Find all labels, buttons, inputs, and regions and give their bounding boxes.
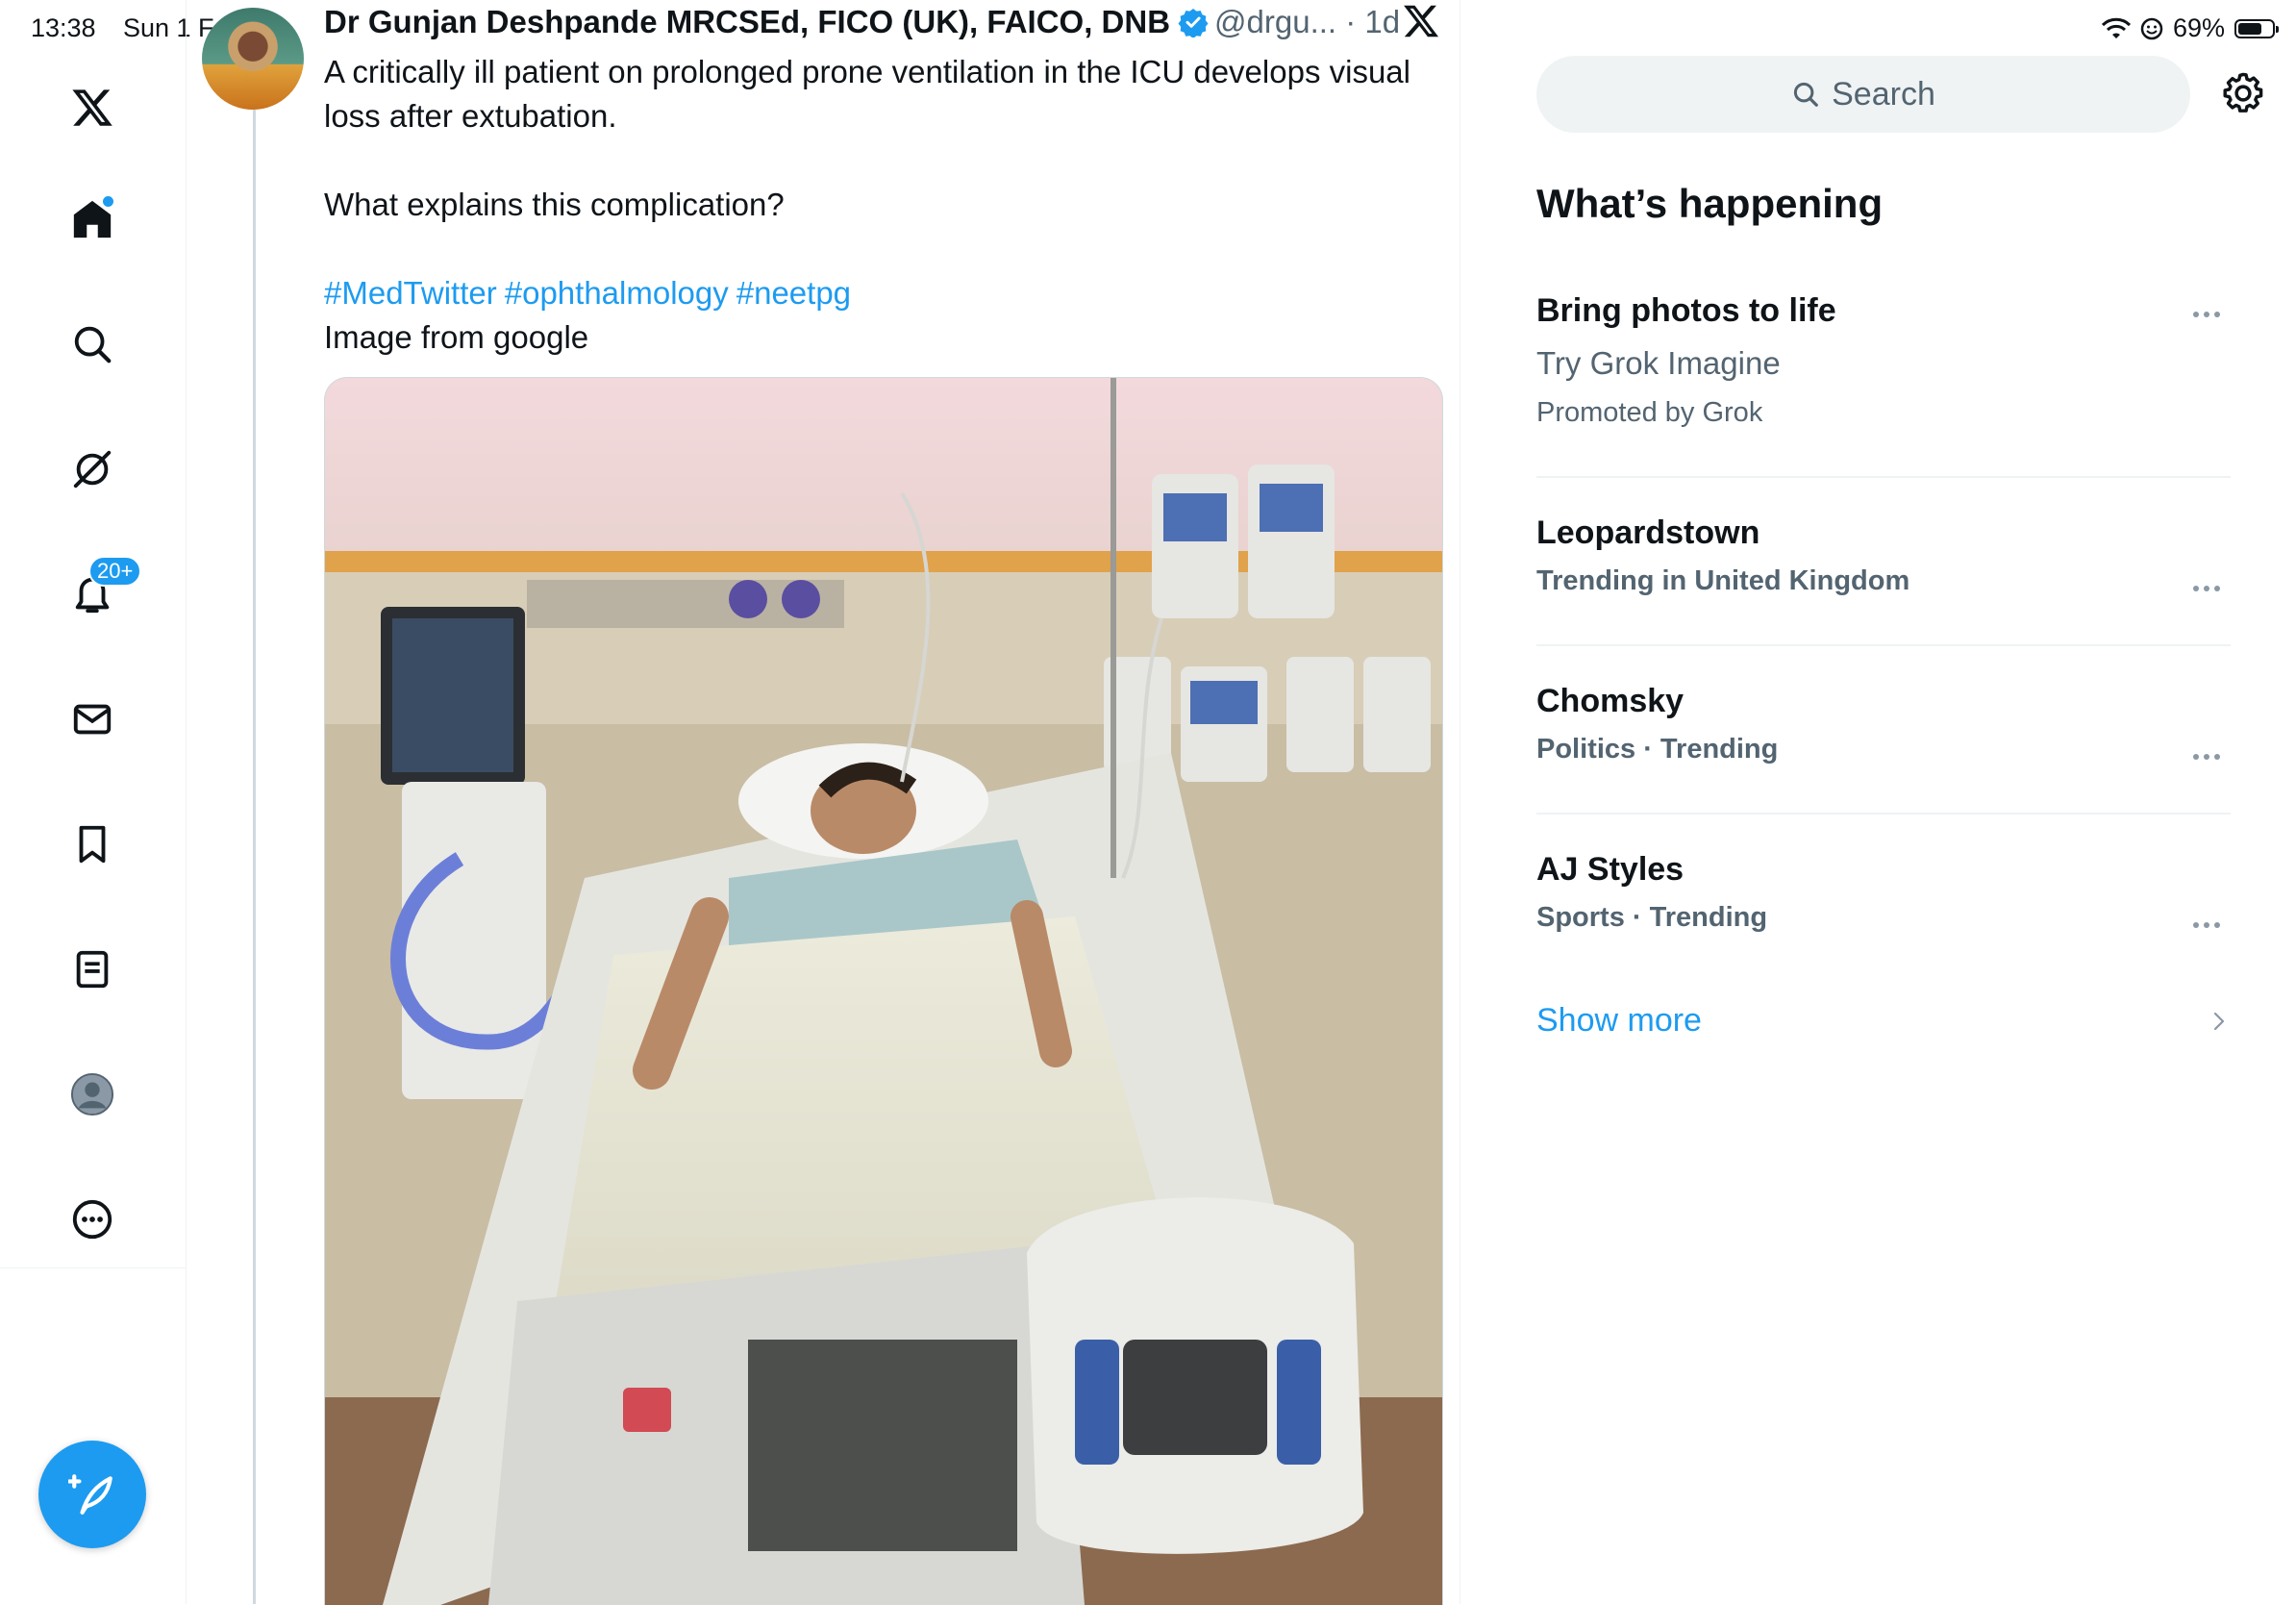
chevron-right-icon: [2213, 1012, 2225, 1031]
gear-icon[interactable]: [2221, 71, 2265, 115]
nav-more[interactable]: [54, 1181, 131, 1258]
trend-divider: [1536, 813, 2231, 815]
grok-icon: [73, 450, 112, 489]
left-navigation: 20+: [0, 0, 187, 1604]
trend-title: Leopardstown: [1536, 514, 1760, 551]
search-placeholder: Search: [1832, 75, 1935, 113]
search-icon: [74, 326, 112, 364]
more-options-icon[interactable]: [2192, 584, 2221, 593]
home-unread-dot: [101, 194, 115, 209]
trend-divider: [1536, 476, 2231, 478]
nav-grok[interactable]: [54, 431, 131, 508]
nav-divider: [0, 1267, 186, 1268]
battery-percent: 69%: [2172, 13, 2225, 42]
search-icon: [1794, 82, 1818, 107]
more-icon: [72, 1199, 112, 1240]
bookmarks-icon: [79, 825, 106, 864]
trend-meta: Politics · Trending: [1536, 734, 1779, 765]
trend-title: AJ Styles: [1536, 851, 1685, 888]
verified-badge-icon: [1178, 9, 1209, 38]
trend-title: Chomsky: [1536, 683, 1685, 719]
section-title: What’s happening: [1536, 181, 1884, 226]
status-indicators: 69%: [2101, 13, 2279, 43]
more-options-icon[interactable]: [2192, 920, 2221, 930]
trend-subtitle: Try Grok Imagine: [1536, 345, 1781, 381]
trend-item[interactable]: Leopardstown Trending in United Kingdom: [1536, 514, 2231, 597]
search-input[interactable]: Search: [1536, 56, 2190, 133]
trend-divider: [1536, 644, 2231, 646]
trend-promoted: Promoted by Grok: [1536, 397, 1763, 428]
focus-mode-icon: [2140, 17, 2163, 39]
tweet-line: A critically ill patient on prolonged pr…: [324, 54, 1410, 134]
hashtag-link[interactable]: #MedTwitter: [324, 275, 497, 311]
nav-explore[interactable]: [54, 306, 131, 383]
nav-profile[interactable]: [54, 1056, 131, 1133]
nav-messages[interactable]: [54, 681, 131, 758]
author-name[interactable]: Dr Gunjan Deshpande MRCSEd, FICO (UK), F…: [324, 4, 1170, 40]
more-options-icon[interactable]: [2192, 310, 2221, 319]
compose-feather-icon: [68, 1474, 112, 1515]
hashtag-link[interactable]: #neetpg: [736, 275, 851, 311]
author-avatar[interactable]: [202, 8, 304, 110]
trend-title: Bring photos to life: [1536, 292, 1836, 329]
tweet-line: What explains this complication?: [324, 187, 785, 222]
lists-icon: [76, 950, 109, 989]
tweet-header: Dr Gunjan Deshpande MRCSEd, FICO (UK), F…: [324, 4, 1400, 40]
nav-notifications[interactable]: 20+: [54, 556, 142, 633]
x-logo-icon[interactable]: [54, 69, 131, 146]
show-more-link[interactable]: Show more: [1536, 1002, 1702, 1040]
compose-post-button[interactable]: [38, 1441, 146, 1548]
nav-bookmarks[interactable]: [54, 806, 131, 883]
trend-item[interactable]: Bring photos to life Try Grok Imagine Pr…: [1536, 292, 2231, 429]
author-handle-time[interactable]: @drgu... · 1d: [1214, 4, 1400, 40]
notifications-badge: 20+: [88, 556, 142, 587]
tweet-line: Image from google: [324, 319, 589, 355]
tweet-image[interactable]: [324, 377, 1443, 1605]
battery-icon: [2234, 18, 2279, 38]
trend-meta: Trending in United Kingdom: [1536, 565, 1910, 596]
hashtag-link[interactable]: #ophthalmology: [505, 275, 729, 311]
trend-meta: Sports · Trending: [1536, 902, 1768, 933]
nav-lists[interactable]: [54, 931, 131, 1008]
profile-icon: [70, 1072, 114, 1116]
more-options-icon[interactable]: [2192, 752, 2221, 762]
x-logo-icon: [1404, 5, 1439, 38]
wifi-icon: [2101, 17, 2131, 38]
messages-icon: [73, 704, 112, 735]
nav-home[interactable]: [54, 181, 131, 258]
trend-item[interactable]: AJ Styles Sports · Trending: [1536, 851, 2231, 934]
tweet-text: A critically ill patient on prolonged pr…: [324, 50, 1439, 360]
tweet-hashtags: #MedTwitter #ophthalmology #neetpg: [324, 271, 1439, 315]
thread-line: [253, 106, 256, 1604]
trend-item[interactable]: Chomsky Politics · Trending: [1536, 683, 2231, 765]
icu-photo: [325, 378, 1442, 1605]
